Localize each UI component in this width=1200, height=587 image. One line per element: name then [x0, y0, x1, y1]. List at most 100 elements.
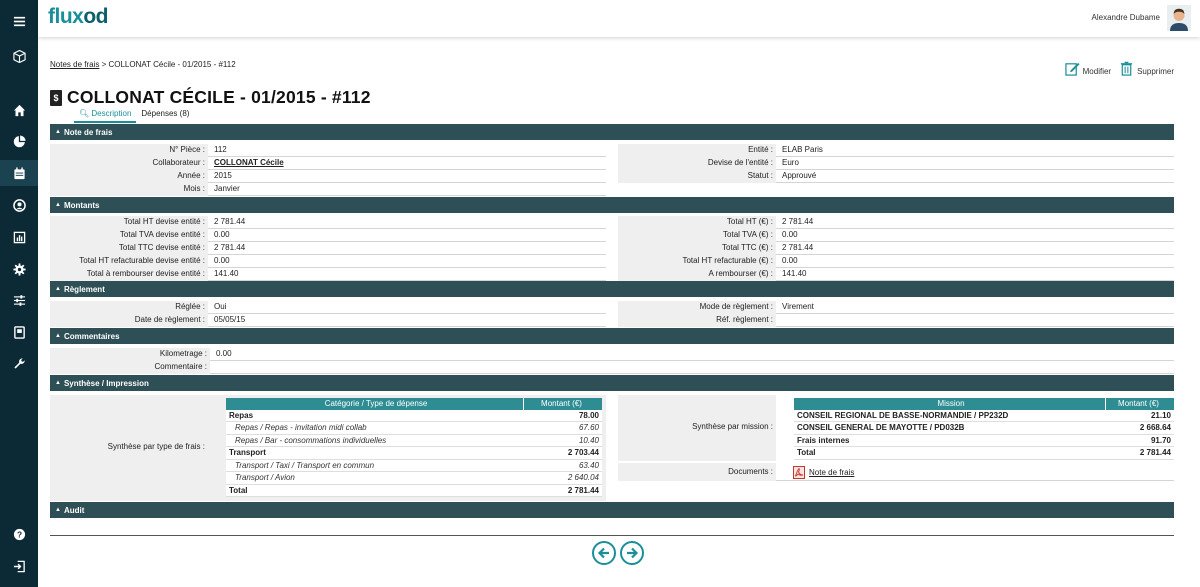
home-icon[interactable]	[0, 97, 38, 123]
documents-label: Documents :	[728, 467, 773, 476]
arrow-left-icon	[597, 547, 609, 559]
collaborateur-link[interactable]: COLLONAT Cécile	[214, 158, 284, 167]
synthese-type-panel: Synthèse par type de frais : Catégorie /…	[50, 395, 606, 501]
wrench-icon[interactable]	[0, 350, 38, 376]
user-circle-icon[interactable]	[0, 192, 38, 218]
synthese-mission-panel: Synthèse par mission : Mission Montant (€…	[618, 395, 1174, 485]
section-header-audit[interactable]: ▲ Audit	[50, 502, 1174, 518]
document-link[interactable]: Note de frais	[793, 466, 854, 479]
caret-up-icon: ▲	[55, 202, 61, 208]
hamburger-menu-icon[interactable]	[0, 8, 38, 34]
table-row: Repas 78.00	[226, 410, 602, 422]
help-icon[interactable]: ?	[0, 521, 38, 547]
reports-icon[interactable]	[0, 224, 38, 250]
section-header-reglement[interactable]: ▲ Règlement	[50, 281, 1174, 297]
fluxod-logo[interactable]: fluxod	[48, 5, 108, 29]
table-header: Mission Montant (€)	[794, 398, 1174, 410]
next-button[interactable]	[620, 541, 644, 565]
table-row: Transport / Taxi / Transport en commun 63…	[226, 460, 602, 472]
section-reglement-body: Réglée : Oui Date de règlement :05/05/15 …	[50, 299, 1174, 328]
tabs: 🔍︎ Description Dépenses (8)	[74, 108, 194, 123]
section-note-body: N° Pièce :112 Collaborateur : COLLONAT Cé…	[50, 143, 1174, 197]
caret-up-icon: ▲	[55, 507, 61, 513]
breadcrumb-current: COLLONAT Cécile - 01/2015 - #112	[108, 60, 236, 69]
table-header: Catégorie / Type de dépense Montant (€)	[226, 398, 602, 410]
caret-up-icon: ▲	[55, 380, 61, 386]
previous-button[interactable]	[592, 541, 616, 565]
field-row: Total HT (€) :2 781.44	[618, 216, 1174, 229]
tab-depenses[interactable]: Dépenses (8)	[136, 108, 194, 123]
field-row: Collaborateur : COLLONAT Cécile	[50, 157, 606, 170]
edit-button[interactable]: Modifier	[1064, 61, 1111, 76]
table-row-total: Total 2 781.44	[794, 447, 1174, 460]
search-icon: 🔍︎	[79, 109, 90, 118]
action-bar: Modifier Supprimer	[1064, 61, 1174, 76]
field-row: Réglée : Oui	[50, 301, 606, 314]
expense-document-icon: $	[50, 89, 62, 106]
field-row: Entité : ELAB Paris	[618, 144, 1174, 157]
field-row: N° Pièce :112	[50, 144, 606, 157]
table-row: Repas / Bar - consommations individuelle…	[226, 435, 602, 447]
table-row: CONSEIL REGIONAL DE BASSE-NORMANDIE / PP…	[794, 410, 1174, 422]
svg-text:?: ?	[16, 529, 21, 539]
top-bar: fluxod Alexandre Dubame	[38, 0, 1200, 37]
section-header-montants[interactable]: ▲ Montants	[50, 197, 1174, 213]
fluxod-cube-icon[interactable]	[0, 43, 38, 69]
section-header-note[interactable]: ▲ Note de frais	[50, 124, 1174, 140]
field-row: Total HT refacturable (€) :0.00	[618, 255, 1174, 268]
arrow-right-icon	[627, 547, 639, 559]
user-avatar-icon[interactable]	[1167, 5, 1191, 31]
page-title-row: $ COLLONAT CÉCILE - 01/2015 - #112	[50, 87, 371, 108]
documents-label-cell: Documents :	[618, 463, 776, 481]
field-row: Année :2015	[50, 170, 606, 183]
documents-value: Note de frais	[776, 463, 1174, 481]
field-row: Total TVA (€) :0.00	[618, 229, 1174, 242]
user-name[interactable]: Alexandre Dubame	[1092, 13, 1160, 22]
pie-chart-icon[interactable]	[0, 128, 38, 154]
delete-button[interactable]: Supprimer	[1119, 61, 1174, 76]
field-row: Total TTC (€) :2 781.44	[618, 242, 1174, 255]
field-row: Kilometrage :0.00	[50, 348, 1174, 361]
pager	[592, 541, 644, 565]
field-row: A rembourser (€) :141.40	[618, 268, 1174, 281]
synthese-type-label: Synthèse par type de frais :	[107, 442, 205, 451]
mission-table: Mission Montant (€) CONSEIL REGIONAL DE B…	[794, 398, 1174, 460]
book-icon[interactable]	[0, 319, 38, 345]
sliders-icon[interactable]	[0, 287, 38, 313]
field-row: Mode de règlement : Virement	[618, 301, 1174, 314]
pdf-icon	[793, 466, 805, 479]
edit-icon	[1064, 62, 1080, 76]
caret-up-icon: ▲	[55, 286, 61, 292]
section-synthese-body: Synthèse par type de frais : Catégorie /…	[50, 395, 1174, 501]
caret-up-icon: ▲	[55, 129, 61, 135]
trash-icon	[1120, 61, 1133, 76]
settings-gear-icon[interactable]	[0, 256, 38, 282]
expense-calendar-icon[interactable]	[0, 160, 38, 186]
tab-description[interactable]: 🔍︎ Description	[74, 108, 137, 123]
left-nav-rail: ?	[0, 0, 38, 587]
caret-up-icon: ▲	[55, 333, 61, 339]
logout-icon[interactable]	[0, 553, 38, 579]
breadcrumb-link-notes[interactable]: Notes de frais	[50, 60, 99, 69]
table-row: Transport / Avion 2 640.04	[226, 472, 602, 485]
breadcrumb: Notes de frais > COLLONAT Cécile - 01/20…	[50, 60, 236, 69]
field-row: Date de règlement :05/05/15	[50, 314, 606, 327]
section-commentaires-body: Kilometrage :0.00 Commentaire :	[50, 346, 1174, 375]
synthese-mission-label-cell: Synthèse par mission :	[618, 395, 776, 461]
field-row: Total à rembourser devise entité :141.40	[50, 268, 606, 281]
section-header-synthese[interactable]: ▲ Synthèse / Impression	[50, 375, 1174, 391]
field-row: Total HT devise entité :2 781.44	[50, 216, 606, 229]
table-row: CONSEIL GENERAL DE MAYOTTE / PD032B 2 668…	[794, 422, 1174, 435]
divider	[50, 535, 1174, 536]
field-row: Devise de l'entité : Euro	[618, 157, 1174, 170]
table-row-total: Total 2 781.44	[226, 485, 602, 497]
table-row: Transport 2 703.44	[226, 447, 602, 460]
section-montants-body: Total HT devise entité :2 781.44 Total T…	[50, 215, 1174, 281]
table-row: Frais internes 91.70	[794, 435, 1174, 447]
page-title: COLLONAT CÉCILE - 01/2015 - #112	[67, 87, 371, 107]
field-row: Mois : Janvier	[50, 183, 606, 196]
section-header-commentaires[interactable]: ▲ Commentaires	[50, 328, 1174, 344]
field-row: Total HT refacturable devise entité :0.0…	[50, 255, 606, 268]
field-row: Commentaire :	[50, 361, 1174, 374]
field-row: Statut : Approuvé	[618, 170, 1174, 183]
